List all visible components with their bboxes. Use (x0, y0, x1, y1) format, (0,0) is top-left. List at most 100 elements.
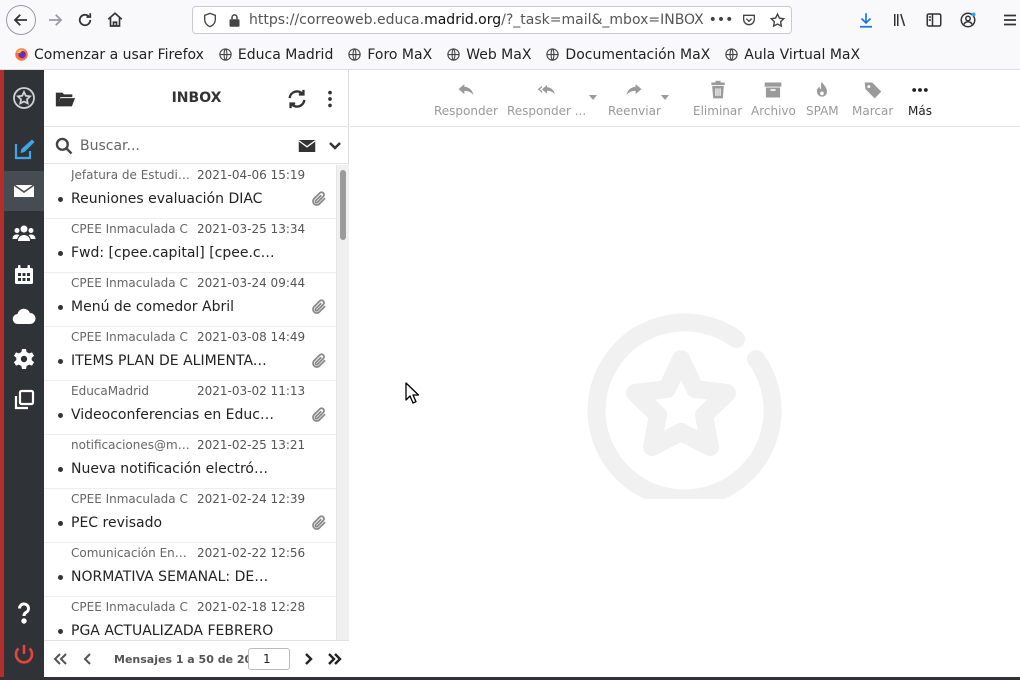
next-page-icon[interactable] (300, 651, 316, 667)
app-logo[interactable] (4, 78, 44, 118)
message-toolbar: Responder Responder ... Reenviar Elimina… (350, 70, 1020, 127)
globe-icon (348, 48, 362, 61)
kebab-menu-icon[interactable] (322, 88, 338, 110)
flame-icon (817, 81, 828, 97)
reply-all-dropdown-icon[interactable] (588, 94, 598, 102)
browser-navbar: https://correoweb.educa.madrid.org/?_tas… (0, 0, 1020, 40)
pocket-icon[interactable] (735, 9, 763, 31)
compose-button[interactable] (4, 130, 44, 170)
cloud-button[interactable] (4, 297, 44, 337)
page-actions-button[interactable]: ••• (707, 9, 735, 31)
gear-icon (14, 349, 34, 369)
message-row[interactable]: CPEE Inmaculada C 2021-03-24 09:44 Menú … (44, 273, 336, 327)
first-page-icon[interactable] (52, 651, 68, 667)
back-button[interactable] (6, 5, 36, 35)
bookmark-educa-madrid[interactable]: Educa Madrid (218, 47, 333, 63)
trash-icon (710, 80, 725, 99)
library-button[interactable] (884, 5, 916, 35)
scrollbar-thumb[interactable] (340, 170, 346, 240)
logo-star-icon (13, 87, 35, 109)
message-subject: PEC revisado (71, 515, 163, 531)
globe-icon (447, 48, 460, 61)
message-subject: NORMATIVA SEMANAL: DEL 15 (71, 569, 276, 585)
pagination-count: Mensajes 1 a 50 de 209 (114, 653, 260, 666)
forward-dropdown-icon[interactable] (660, 94, 670, 102)
spam-label: SPAM (806, 104, 839, 118)
message-subject: Nueva notificación electrónica (71, 461, 276, 477)
bookmark-label: Comenzar a usar Firefox (34, 46, 204, 63)
message-list: Jefatura de Estudios 2021-04-06 15:19 Re… (44, 165, 336, 640)
lock-icon[interactable] (225, 11, 243, 29)
reload-icon (78, 13, 92, 27)
account-button[interactable] (952, 5, 984, 35)
sidebar-toggle-button[interactable] (918, 5, 950, 35)
windows-button[interactable] (4, 380, 44, 420)
page-number-input[interactable] (248, 648, 290, 670)
message-row[interactable]: EducaMadrid 2021-03-02 11:13 Videoconfer… (44, 381, 336, 435)
message-date: 2021-02-18 12:28 (197, 600, 306, 614)
url-bar[interactable]: https://correoweb.educa.madrid.org/?_tas… (192, 6, 792, 34)
mail-button[interactable] (4, 171, 44, 211)
message-row[interactable]: notificaciones@madrid.org 2021-02-25 13:… (44, 435, 336, 489)
message-row[interactable]: CPEE Inmaculada C 2021-02-18 12:28 PGA A… (44, 597, 336, 640)
star-bookmark-icon[interactable] (763, 9, 791, 31)
archive-button[interactable]: Archivo (751, 80, 796, 118)
copy-windows-icon (14, 389, 35, 410)
library-icon (894, 13, 906, 27)
bookmark-web-max[interactable]: Web MaX (446, 47, 531, 63)
bookmark-foro-max[interactable]: Foro MaX (347, 47, 432, 63)
search-input[interactable] (80, 135, 290, 157)
reply-all-button[interactable]: Responder ... (507, 80, 586, 118)
downloads-button[interactable] (850, 5, 882, 35)
tracking-shield-icon[interactable] (201, 11, 219, 29)
message-row[interactable]: CPEE Inmaculada C 2021-03-25 13:34 Fwd: … (44, 219, 336, 273)
logout-button[interactable] (4, 634, 44, 674)
chevron-down-icon[interactable] (328, 139, 342, 153)
message-list-scrollbar[interactable] (336, 165, 349, 640)
message-row[interactable]: Comunicación Enseñanza 2021-02-22 12:56 … (44, 543, 336, 597)
forward-message-button[interactable]: Reenviar (608, 80, 661, 118)
message-sender: CPEE Inmaculada C (71, 330, 188, 344)
calendar-icon (15, 265, 33, 284)
message-row[interactable]: Jefatura de Estudios 2021-04-06 15:19 Re… (44, 165, 336, 219)
more-dots-icon (912, 88, 928, 92)
home-button[interactable] (100, 5, 130, 35)
delete-button[interactable]: Eliminar (693, 80, 742, 118)
toolbar-right (850, 5, 1020, 35)
reload-button[interactable] (70, 5, 100, 35)
message-subject: Videoconferencias en EducaMadrid (71, 407, 276, 423)
bookmark-aula-virtual-max[interactable]: Aula Virtual MaX (724, 47, 860, 63)
archive-box-icon (765, 82, 782, 98)
reply-button[interactable]: Responder (434, 80, 498, 118)
forward-button[interactable] (40, 5, 70, 35)
spam-button[interactable]: SPAM (806, 80, 839, 118)
settings-button[interactable] (4, 339, 44, 379)
app-menu-button[interactable] (994, 5, 1020, 35)
last-page-icon[interactable] (327, 651, 343, 667)
app-sidebar (0, 70, 44, 677)
message-sender: Jefatura de Estudios (71, 168, 191, 182)
bookmark-comenzar-firefox[interactable]: Comenzar a usar Firefox (14, 47, 204, 63)
url-domain: madrid.org (424, 12, 502, 28)
users-icon (12, 225, 36, 241)
calendar-button[interactable] (4, 255, 44, 295)
contacts-button[interactable] (4, 213, 44, 253)
bookmark-documentacion-max[interactable]: Documentación MaX (545, 47, 710, 63)
previous-page-icon[interactable] (80, 651, 96, 667)
refresh-icon[interactable] (286, 88, 308, 110)
paperclip-icon (312, 407, 326, 422)
envelope-filter-icon[interactable] (298, 138, 316, 154)
unread-dot (58, 305, 63, 310)
help-button[interactable] (4, 592, 44, 632)
message-subject: Fwd: [cpee.capital] [cpee.comunicacion] (71, 245, 276, 261)
message-date: 2021-02-22 12:56 (197, 546, 306, 560)
mouse-cursor-icon (405, 382, 419, 404)
more-button[interactable]: Más (908, 80, 932, 118)
reply-all-icon (537, 85, 555, 95)
paperclip-icon (312, 299, 326, 314)
message-row[interactable]: CPEE Inmaculada C 2021-03-08 14:49 ITEMS… (44, 327, 336, 381)
message-row[interactable]: CPEE Inmaculada C 2021-02-24 12:39 PEC r… (44, 489, 336, 543)
mark-button[interactable]: Marcar (852, 80, 893, 118)
sidebar-icon (926, 13, 942, 27)
url-text: https://correoweb.educa.madrid.org/?_tas… (249, 12, 707, 28)
